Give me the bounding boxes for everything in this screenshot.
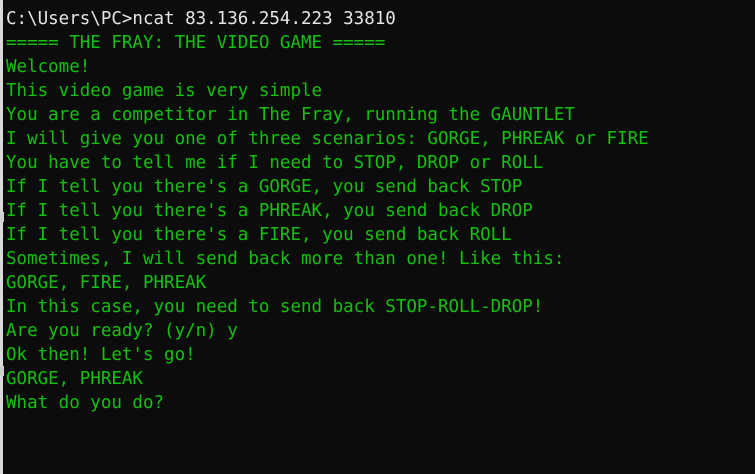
output-line: Welcome! xyxy=(6,57,91,77)
output-line-prompt[interactable]: What do you do? xyxy=(6,391,755,415)
output-line: GORGE, PHREAK xyxy=(6,369,143,389)
output-line: GORGE, FIRE, PHREAK xyxy=(6,273,207,293)
output-line: If I tell you there's a FIRE, you send b… xyxy=(6,225,512,245)
edge-marker xyxy=(0,366,4,376)
output-line: If I tell you there's a PHREAK, you send… xyxy=(6,201,533,221)
output-line: In this case, you need to send back STOP… xyxy=(6,297,544,317)
command-prompt-line: C:\Users\PC>ncat 83.136.254.223 33810 xyxy=(6,9,396,29)
output-line: Sometimes, I will send back more than on… xyxy=(6,249,565,269)
terminal-window[interactable]: C:\Users\PC>ncat 83.136.254.223 33810 ==… xyxy=(0,0,755,474)
output-line: If I tell you there's a GORGE, you send … xyxy=(6,177,523,197)
output-line: ===== THE FRAY: THE VIDEO GAME ===== xyxy=(6,33,386,53)
output-line: You are a competitor in The Fray, runnin… xyxy=(6,105,575,125)
output-line: I will give you one of three scenarios: … xyxy=(6,129,649,149)
output-line: Are you ready? (y/n) y xyxy=(6,321,238,341)
edge-marker xyxy=(0,212,4,222)
output-line: You have to tell me if I need to STOP, D… xyxy=(6,153,544,173)
output-line: Ok then! Let's go! xyxy=(6,345,196,365)
window-left-edge xyxy=(0,0,3,474)
output-line: This video game is very simple xyxy=(6,81,323,101)
